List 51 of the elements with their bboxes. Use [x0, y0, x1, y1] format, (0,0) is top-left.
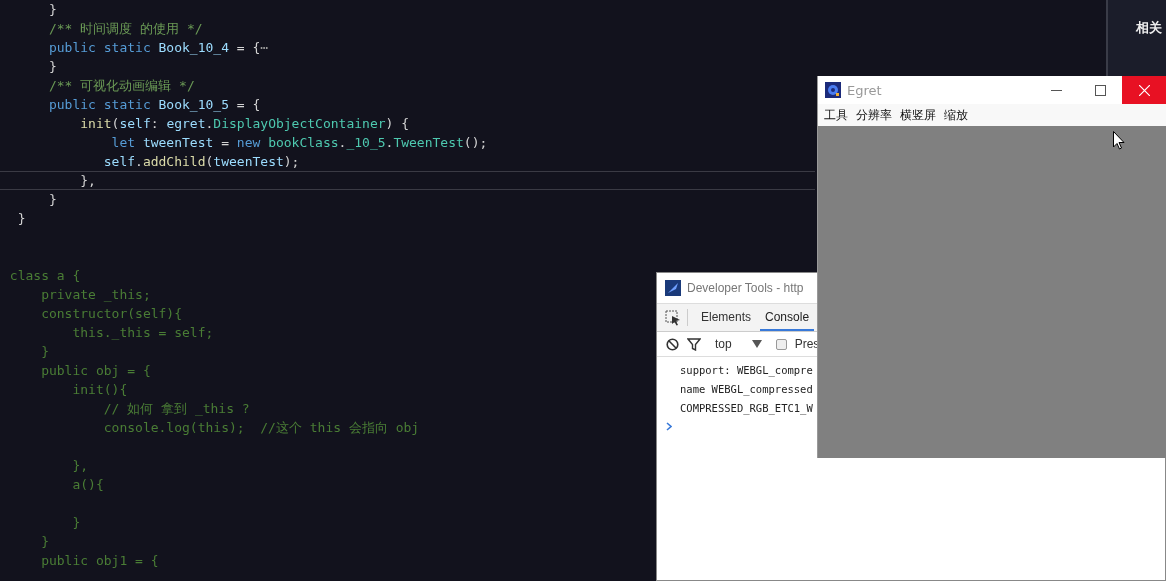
cursor-icon — [1113, 131, 1125, 150]
code-line: }, — [71, 458, 89, 473]
code-line: let tweenTest = new bookClass._10_5.TweenTest(); — [110, 135, 488, 150]
menu-item[interactable]: 工具 — [820, 106, 852, 124]
code-line: } — [40, 344, 49, 359]
preserve-checkbox[interactable] — [775, 338, 787, 350]
minimize-icon — [1050, 89, 1062, 91]
code-line: }, — [79, 173, 96, 188]
maximize-icon — [1094, 84, 1106, 96]
console-line: COMPRESSED_RGB_ETC1_W — [680, 401, 814, 417]
code-line: self.addChild(tweenTest); — [102, 154, 300, 169]
filter-icon[interactable] — [687, 337, 701, 351]
console-line: name WEBGL_compressed — [680, 382, 814, 398]
code-line: public static Book_10_4 = {⋯ — [47, 40, 269, 55]
code-line: init(){ — [71, 382, 128, 397]
devtools-tab[interactable]: Console — [760, 304, 815, 331]
code-line: console.log(this); //这个 this 会指向 obj — [102, 420, 420, 435]
code-line: } — [71, 515, 81, 530]
code-line: this._this = self; — [71, 325, 214, 340]
code-line: constructor(self){ — [40, 306, 182, 321]
code-line: /** 时间调度 的使用 */ — [47, 21, 203, 36]
window-title: Developer Tools - http — [687, 281, 804, 295]
caret-icon[interactable] — [751, 340, 762, 348]
code-line: public obj1 = { — [40, 553, 159, 568]
menu-item[interactable]: 横竖屏 — [896, 106, 940, 124]
inspect-icon[interactable] — [665, 309, 681, 326]
code-line: // 如何 拿到 _this ? — [102, 401, 250, 416]
menu-item[interactable]: 分辨率 — [852, 106, 896, 124]
code-line: public static Book_10_5 = { — [47, 97, 261, 112]
feather-icon — [665, 280, 681, 296]
console-line: support: WEBGL_compre — [680, 363, 814, 379]
context-label[interactable]: top — [715, 337, 732, 351]
prompt-icon — [666, 422, 672, 431]
menu-item[interactable]: 缩放 — [940, 106, 972, 124]
close-icon — [1138, 84, 1150, 96]
code-line: /** 可视化动画编辑 */ — [47, 78, 195, 93]
code-line: public obj = { — [40, 363, 151, 378]
block-icon[interactable] — [666, 337, 679, 351]
code-line: } — [47, 59, 57, 74]
code-line: } — [16, 211, 26, 226]
window-title: Egret — [847, 82, 883, 98]
code-line: a(){ — [71, 477, 104, 492]
code-line: private _this; — [40, 287, 151, 302]
code-line: class a { — [8, 268, 81, 283]
sidebar-heading: 相关 — [1136, 20, 1162, 35]
devtools-tab[interactable]: Elements — [696, 304, 757, 331]
code-line: init(self: egret.DisplayObjectContainer) { — [79, 116, 409, 131]
code-line: } — [47, 2, 57, 17]
code-line: } — [40, 534, 49, 549]
code-line: } — [47, 192, 57, 207]
app-icon — [825, 82, 841, 98]
